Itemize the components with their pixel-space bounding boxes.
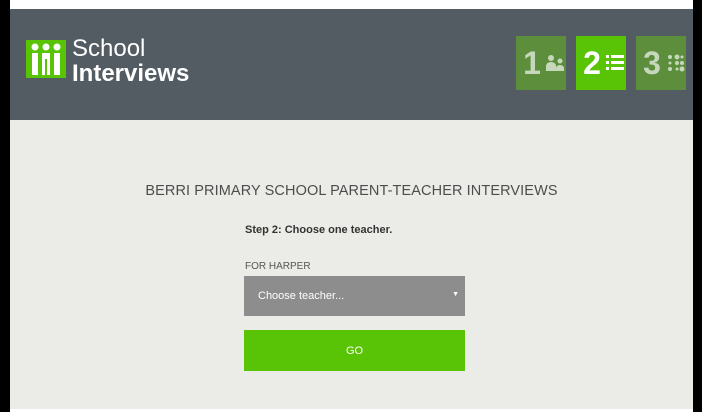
step-number: 1 [523, 45, 541, 81]
top-strip [10, 0, 693, 9]
site-header: School Interviews 1 2 3 [10, 9, 693, 120]
list-icon [606, 55, 624, 70]
teacher-select[interactable]: Choose teacher... ▼ [244, 276, 465, 316]
chevron-down-icon: ▼ [452, 291, 459, 298]
step-heading: Step 2: Choose one teacher. [245, 224, 393, 236]
people-icon [546, 55, 564, 71]
step-3-indicator[interactable]: 3 [636, 36, 686, 90]
logo-text-school: School [72, 35, 146, 62]
student-label: FOR HARPER [245, 261, 311, 272]
step-number: 2 [583, 45, 601, 81]
go-button[interactable]: GO [244, 330, 465, 371]
step-1-indicator[interactable]: 1 [516, 36, 566, 90]
teacher-select-value: Choose teacher... [258, 290, 345, 302]
step-number: 3 [643, 45, 661, 81]
go-button-label: GO [345, 344, 364, 357]
step-2-indicator[interactable]: 2 [576, 36, 626, 90]
app-frame: School Interviews 1 2 3 BERRI PRIMARY SC… [0, 0, 702, 412]
logo-text-interviews: Interviews [72, 60, 190, 87]
schedule-dots-icon [668, 54, 685, 72]
page-title: BERRI PRIMARY SCHOOL PARENT-TEACHER INTE… [145, 183, 558, 199]
three-people-icon [26, 40, 66, 78]
